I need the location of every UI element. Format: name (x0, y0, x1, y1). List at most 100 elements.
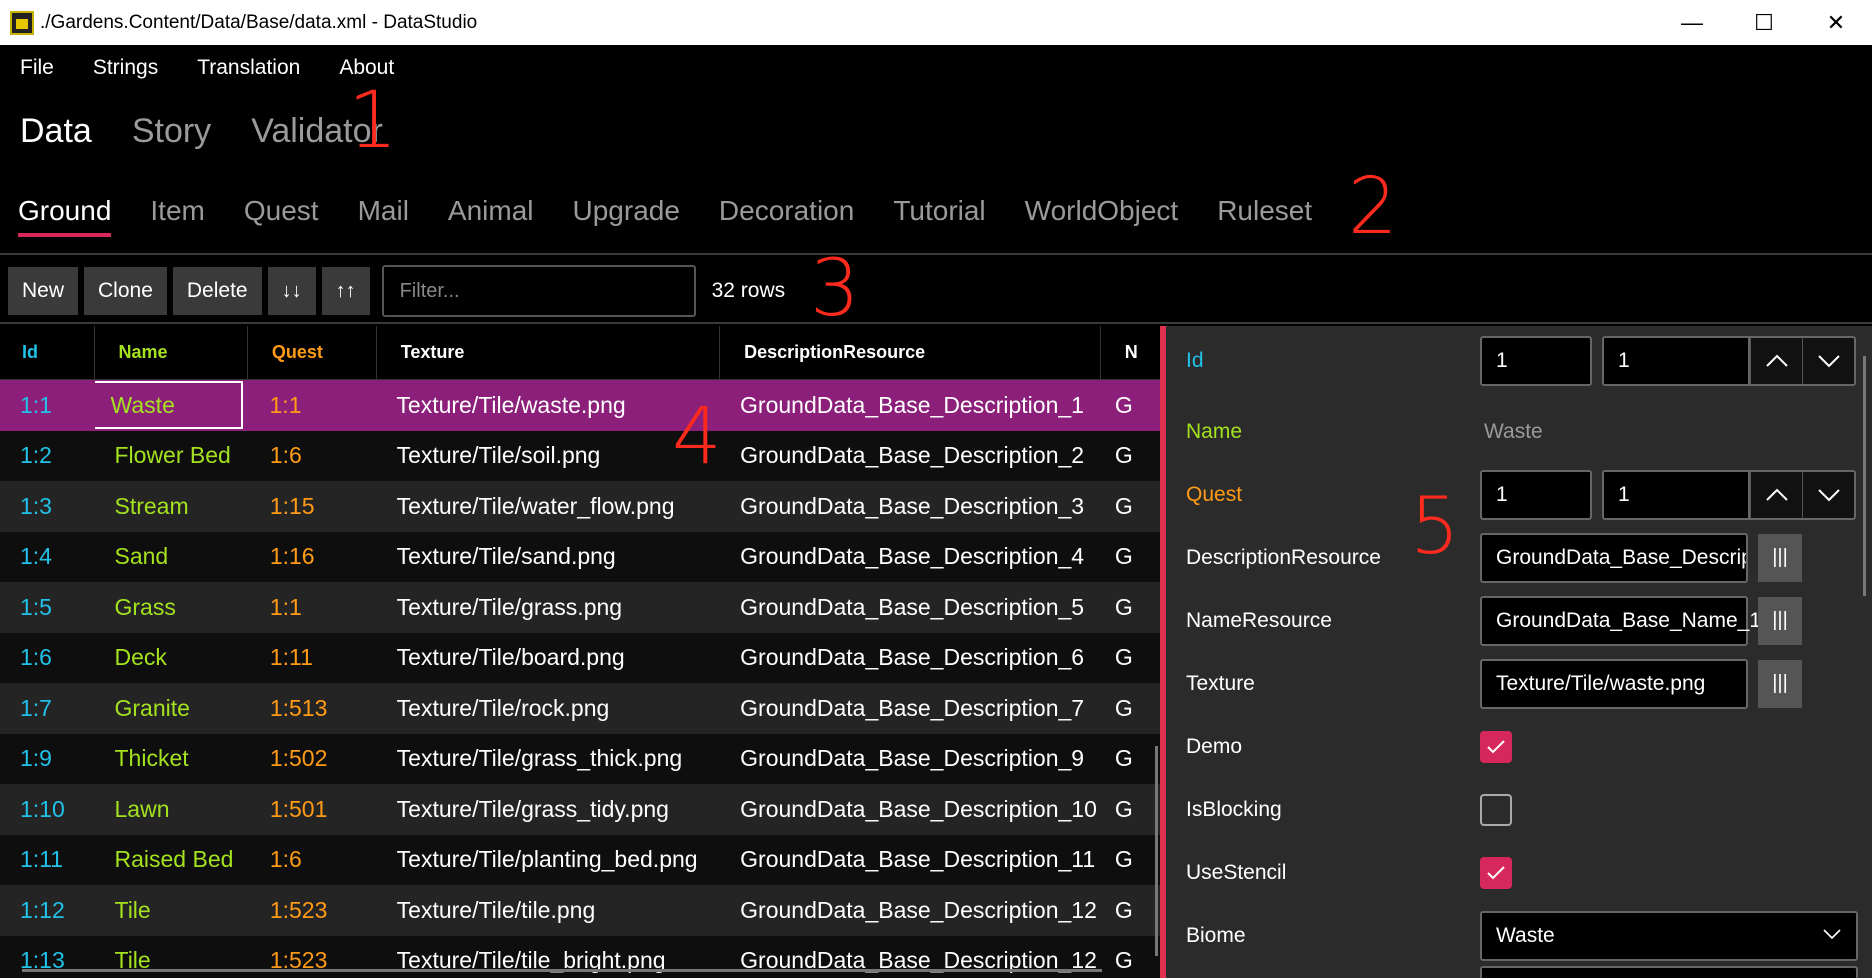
cell-quest: 1:16 (269, 543, 315, 570)
cell-name: Flower Bed (114, 442, 231, 469)
table-row[interactable]: 1:12 Tile 1:523 Texture/Tile/tile.png Gr… (0, 885, 1160, 936)
cell-quest: 1:6 (269, 442, 302, 469)
chevron-up-icon (1765, 354, 1788, 367)
chevron-down-icon (1817, 489, 1840, 502)
field-label-description: DescriptionResource (1186, 545, 1381, 569)
toolbar: New Clone Delete ↓↓ ↑↑ 32 rows (8, 265, 785, 317)
chevron-down-icon (1817, 355, 1840, 368)
table-vertical-scrollbar[interactable] (1155, 746, 1158, 956)
demo-checkbox[interactable] (1480, 730, 1512, 763)
increment-button[interactable] (1750, 338, 1802, 384)
cell-description: GroundData_Base_Description_2 (740, 442, 1085, 469)
field-row-name: Name Waste (1166, 400, 1872, 463)
subtab-tutorial[interactable]: Tutorial (893, 195, 985, 237)
cell-quest: 1:6 (269, 846, 302, 873)
increment-button[interactable] (1750, 472, 1802, 518)
clone-button[interactable]: Clone (84, 267, 167, 315)
table-row[interactable]: 1:9 Thicket 1:502 Texture/Tile/grass_thi… (0, 733, 1160, 784)
tab-story[interactable]: Story (132, 112, 211, 159)
decrement-button[interactable] (1802, 338, 1854, 384)
delete-button[interactable]: Delete (172, 267, 262, 315)
field-label-usestencil: UseStencil (1186, 860, 1287, 884)
cell-more: G (1114, 442, 1133, 469)
column-header-texture[interactable]: Texture (377, 326, 721, 380)
title-bar: ./Gardens.Content/Data/Base/data.xml - D… (0, 0, 1872, 45)
name-resource-input[interactable]: GroundData_Base_Name_1 (1480, 595, 1761, 646)
texture-input[interactable]: Texture/Tile/waste.png (1480, 658, 1748, 709)
cell-description: GroundData_Base_Description_12 (740, 896, 1097, 923)
chevron-up-icon (1765, 488, 1788, 501)
column-header-quest[interactable]: Quest (248, 326, 377, 380)
cell-id: 1:4 (20, 543, 52, 570)
biome-selected-value: Waste (1496, 923, 1555, 947)
cell-texture: Texture/Tile/water_flow.png (396, 492, 675, 519)
field-row-nameresource: NameResource GroundData_Base_Name_1 ||| (1166, 589, 1872, 652)
cell-quest: 1:523 (269, 896, 328, 923)
cell-id: 1:12 (20, 896, 65, 923)
cell-name: Tile (114, 896, 151, 923)
new-button[interactable]: New (8, 267, 79, 315)
menu-strings[interactable]: Strings (74, 52, 177, 92)
cell-texture: Texture/Tile/grass_tidy.png (396, 795, 669, 822)
decrement-button[interactable] (1802, 472, 1854, 518)
quest-part-a-input[interactable]: 1 (1480, 470, 1592, 520)
cell-texture: Texture/Tile/tile.png (396, 896, 596, 923)
table-row[interactable]: 1:7 Granite 1:513 Texture/Tile/rock.png … (0, 683, 1160, 734)
subtab-worldobject[interactable]: WorldObject (1025, 195, 1179, 237)
browse-button[interactable]: ||| (1758, 659, 1802, 708)
table-row[interactable]: 1:10 Lawn 1:501 Texture/Tile/grass_tidy.… (0, 784, 1160, 835)
tab-data[interactable]: Data (20, 112, 92, 159)
cell-name: Raised Bed (114, 846, 234, 873)
horizontal-scrollbar[interactable] (22, 969, 1102, 972)
table-row[interactable]: 1:3 Stream 1:15 Texture/Tile/water_flow.… (0, 481, 1160, 532)
chevron-down-icon (1823, 928, 1841, 939)
field-row-id: Id 1 1 (1166, 326, 1872, 396)
cell-quest: 1:15 (269, 492, 315, 519)
id-part-a-input[interactable]: 1 (1480, 336, 1592, 386)
browse-button[interactable]: ||| (1758, 533, 1802, 582)
sort-ascending-button[interactable]: ↑↑ (321, 267, 370, 315)
subtab-mail[interactable]: Mail (358, 195, 409, 237)
annotation-2: 2 (1348, 162, 1398, 252)
biome-select[interactable]: Waste (1480, 910, 1858, 961)
cell-texture: Texture/Tile/sand.png (396, 543, 616, 570)
isblocking-checkbox[interactable] (1480, 793, 1512, 826)
column-header-more[interactable]: N (1101, 326, 1160, 380)
subtab-quest[interactable]: Quest (244, 195, 319, 237)
subtab-decoration[interactable]: Decoration (719, 195, 854, 237)
subtab-animal[interactable]: Animal (448, 195, 534, 237)
panel-vertical-scrollbar[interactable] (1863, 356, 1866, 596)
column-header-id[interactable]: Id (0, 326, 95, 380)
maximize-button[interactable]: ☐ (1728, 0, 1800, 45)
browse-button[interactable]: ||| (1758, 596, 1802, 645)
subtab-ruleset[interactable]: Ruleset (1217, 195, 1312, 237)
id-part-b-input[interactable]: 1 (1602, 336, 1750, 386)
window-controls: — ☐ ✕ (1656, 0, 1872, 45)
table-row[interactable]: 1:1 Waste 1:1 Texture/Tile/waste.png Gro… (0, 380, 1160, 431)
table-row[interactable]: 1:11 Raised Bed 1:6 Texture/Tile/plantin… (0, 834, 1160, 885)
subtab-item[interactable]: Item (150, 195, 204, 237)
table-row[interactable]: 1:4 Sand 1:16 Texture/Tile/sand.png Grou… (0, 531, 1160, 582)
sort-descending-button[interactable]: ↓↓ (267, 267, 316, 315)
table-row[interactable]: 1:6 Deck 1:11 Texture/Tile/board.png Gro… (0, 632, 1160, 683)
cell-description: GroundData_Base_Description_1 (740, 391, 1084, 418)
minimize-button[interactable]: — (1656, 0, 1728, 45)
field-row-usestencil: UseStencil (1166, 841, 1872, 904)
table-row[interactable]: 1:2 Flower Bed 1:6 Texture/Tile/soil.png… (0, 430, 1160, 481)
cell-quest: 1:502 (269, 745, 328, 772)
menu-translation[interactable]: Translation (178, 52, 319, 92)
table-row[interactable]: 1:5 Grass 1:1 Texture/Tile/grass.png Gro… (0, 582, 1160, 633)
filter-input[interactable] (381, 265, 696, 317)
cell-description: GroundData_Base_Description_4 (740, 543, 1085, 570)
close-button[interactable]: ✕ (1800, 0, 1872, 45)
menu-file[interactable]: File (1, 52, 73, 92)
column-header-name[interactable]: Name (95, 326, 248, 380)
name-cell-editor[interactable]: Waste (94, 381, 243, 430)
usestencil-checkbox[interactable] (1480, 856, 1512, 889)
column-header-description[interactable]: DescriptionResource (720, 326, 1101, 380)
subtab-upgrade[interactable]: Upgrade (573, 195, 680, 237)
subtab-ground[interactable]: Ground (18, 195, 112, 237)
description-resource-input[interactable]: GroundData_Base_Description (1480, 532, 1748, 583)
field-label-isblocking: IsBlocking (1186, 797, 1282, 821)
quest-part-b-input[interactable]: 1 (1602, 470, 1750, 520)
